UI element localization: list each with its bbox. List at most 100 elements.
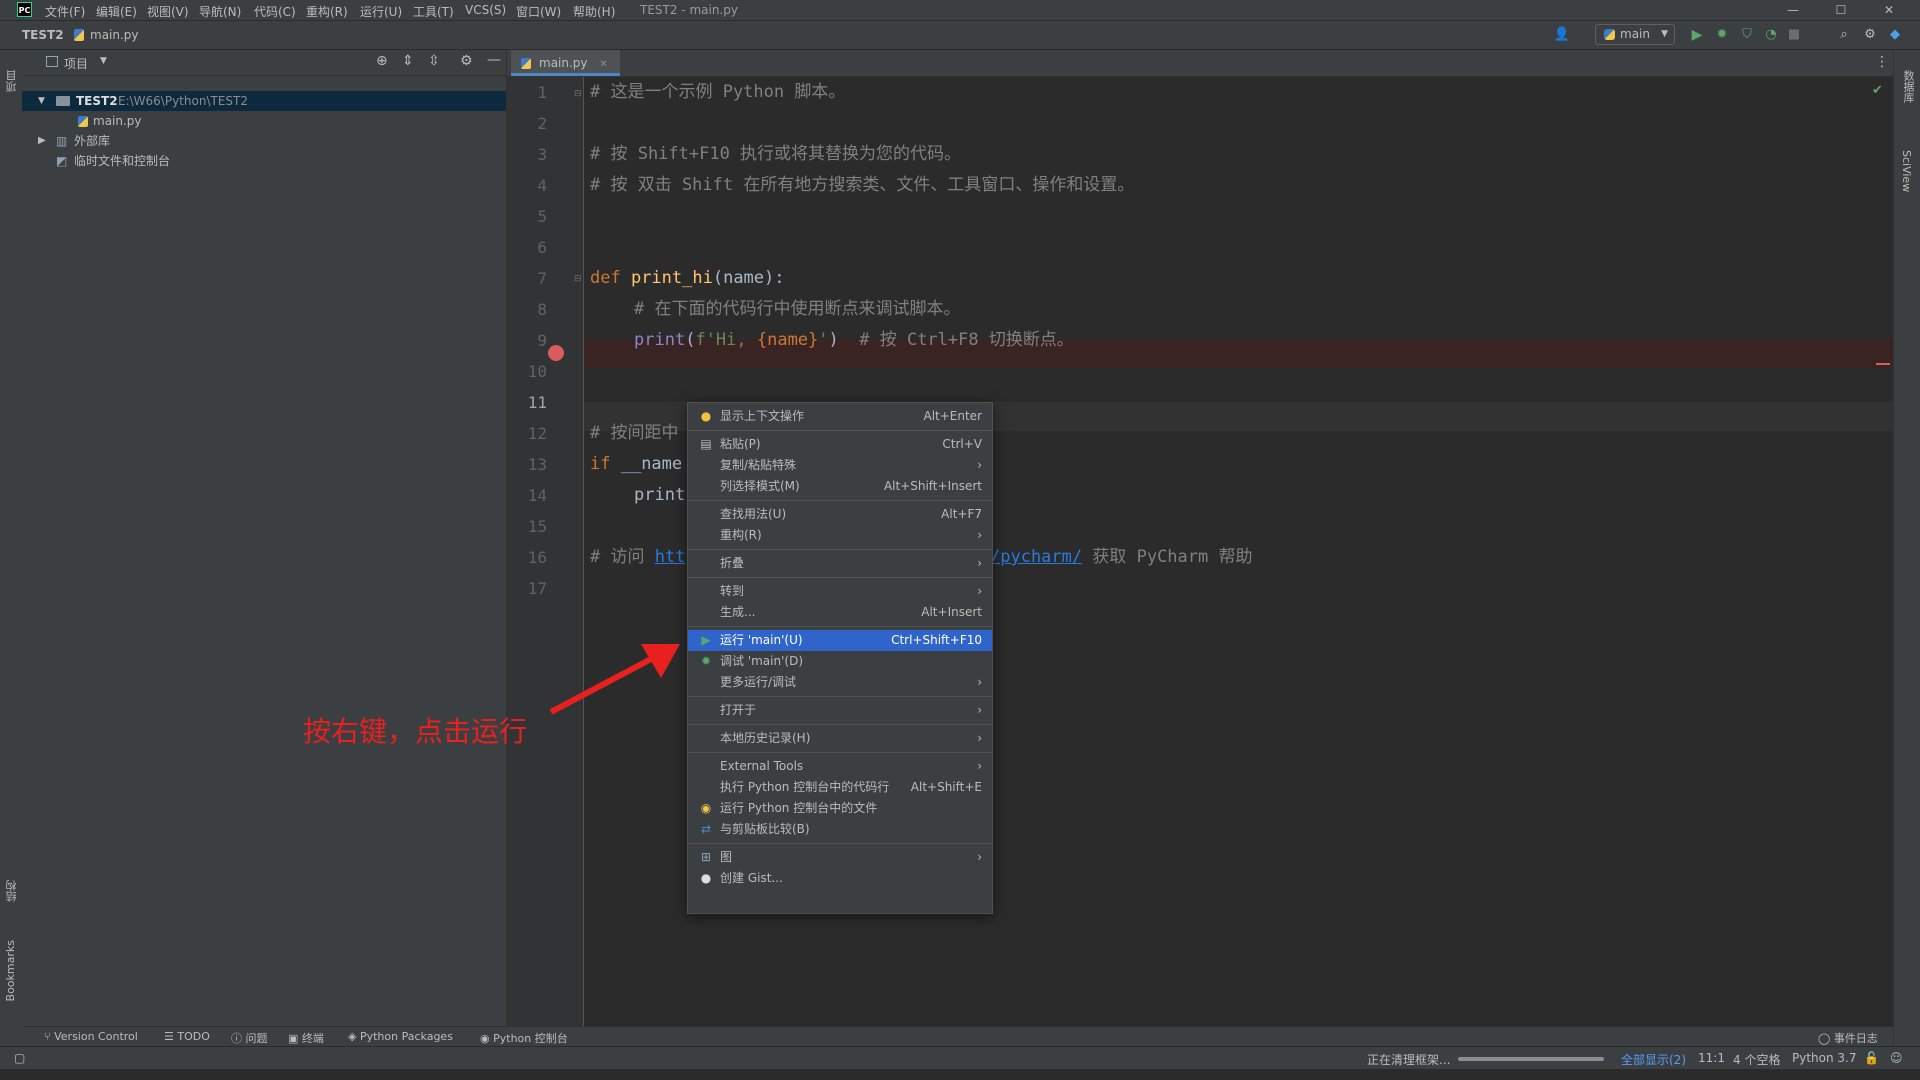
menu-run-main[interactable]: ▶ 运行 'main'(U) Ctrl+Shift+F10: [688, 630, 992, 651]
menu-refactor[interactable]: 重构(R): [306, 3, 348, 20]
line-number: 17: [527, 579, 547, 598]
tab-main-py[interactable]: main.py ✕: [511, 50, 620, 76]
menu-external-tools[interactable]: External Tools ›: [688, 756, 992, 777]
debug-icon[interactable]: ✹: [1713, 26, 1731, 44]
sciview-tool-tab[interactable]: SciView: [1900, 150, 1913, 192]
menu-folding[interactable]: 折叠 ›: [688, 553, 992, 574]
interpreter-setting[interactable]: Python 3.7: [1792, 1051, 1857, 1065]
locate-icon[interactable]: ⊕: [376, 53, 388, 69]
menu-tools[interactable]: 工具(T): [413, 3, 454, 20]
chevron-down-icon[interactable]: ▼: [38, 91, 45, 111]
profile-icon[interactable]: ◔: [1762, 26, 1780, 44]
tree-item-main-py[interactable]: main.py: [22, 111, 506, 131]
expand-all-icon[interactable]: ⇕: [402, 53, 414, 69]
tree-item-external-libs[interactable]: ▶ ▥ 外部库: [22, 131, 506, 151]
terminal-tab[interactable]: ▣ 终端: [288, 1030, 324, 1046]
hide-icon[interactable]: —: [487, 52, 501, 68]
keyword: def: [590, 268, 631, 288]
menu-run[interactable]: 运行(U): [360, 3, 402, 20]
menu-goto[interactable]: 转到 ›: [688, 581, 992, 602]
gear-icon[interactable]: ⚙: [460, 53, 473, 69]
event-log-tab[interactable]: ◯ 事件日志: [1818, 1030, 1878, 1046]
menu-local-history[interactable]: 本地历史记录(H) ›: [688, 728, 992, 749]
menu-navigate[interactable]: 导航(N): [199, 3, 241, 20]
menu-refactor[interactable]: 重构(R) ›: [688, 525, 992, 546]
show-all-tasks-link[interactable]: 全部显示(2): [1621, 1051, 1686, 1068]
todo-tab[interactable]: ☰ TODO: [164, 1030, 210, 1043]
menu-item-label: 复制/粘贴特殊: [720, 458, 797, 472]
menu-find-usages[interactable]: 查找用法(U) Alt+F7: [688, 504, 992, 525]
menu-vcs[interactable]: VCS(S): [465, 3, 506, 17]
menu-create-gist[interactable]: ● 创建 Gist...: [688, 868, 992, 889]
python-console-tab[interactable]: ◉ Python 控制台: [480, 1030, 568, 1046]
minimize-button[interactable]: —: [1770, 0, 1816, 20]
menu-exec-line-in-console[interactable]: 执行 Python 控制台中的代码行 Alt+Shift+E: [688, 777, 992, 798]
menu-paste[interactable]: ▤ 粘贴(P) Ctrl+V: [688, 434, 992, 455]
stop-icon[interactable]: ■: [1785, 26, 1803, 44]
menu-view[interactable]: 视图(V): [147, 3, 189, 20]
code-line-7: def print_hi(name):: [590, 263, 785, 294]
more-options-icon[interactable]: ⋮: [1875, 54, 1889, 70]
menu-debug-main[interactable]: ✹ 调试 'main'(D): [688, 651, 992, 672]
scratches-icon: ◩: [56, 154, 68, 168]
menu-code[interactable]: 代码(C): [254, 3, 296, 20]
maximize-button[interactable]: ☐: [1818, 0, 1864, 20]
menu-open-in[interactable]: 打开于 ›: [688, 700, 992, 721]
problems-tab[interactable]: ⓘ 问题: [231, 1030, 268, 1046]
help-link[interactable]: /pycharm/: [990, 547, 1082, 567]
error-stripe-marker[interactable]: [1876, 363, 1890, 365]
tree-root-name: TEST2: [76, 94, 118, 108]
menu-edit[interactable]: 编辑(E): [96, 3, 137, 20]
database-tool-tab[interactable]: 数据库: [1900, 70, 1916, 103]
close-button[interactable]: ✕: [1866, 0, 1912, 20]
breadcrumb-project[interactable]: TEST2: [22, 28, 64, 42]
run-config-selector[interactable]: main ▼: [1595, 24, 1675, 45]
run-icon[interactable]: ▶: [1688, 26, 1706, 44]
chevron-down-icon[interactable]: ▼: [100, 56, 107, 66]
breadcrumb-file[interactable]: main.py: [90, 28, 139, 42]
chevron-right-icon: ›: [977, 703, 982, 717]
tree-root-test2[interactable]: ▼ TEST2 E:\W66\Python\TEST2: [22, 91, 506, 111]
toggle-tool-windows-icon[interactable]: ▢: [14, 1051, 25, 1065]
breakpoint-icon[interactable]: [548, 345, 564, 361]
bookmarks-tool-tab[interactable]: Bookmarks: [4, 940, 17, 1001]
account-icon[interactable]: 👤: [1553, 26, 1571, 44]
menu-generate[interactable]: 生成... Alt+Insert: [688, 602, 992, 623]
python-packages-tab[interactable]: ◈ Python Packages: [348, 1030, 453, 1043]
chevron-right-icon[interactable]: ▶: [38, 131, 46, 151]
notifications-icon[interactable]: ☺: [1890, 1051, 1903, 1065]
close-tab-icon[interactable]: ✕: [599, 59, 607, 70]
menu-window[interactable]: 窗口(W): [516, 3, 561, 20]
menu-column-selection[interactable]: 列选择模式(M) Alt+Shift+Insert: [688, 476, 992, 497]
indent-setting[interactable]: 4 个空格: [1733, 1051, 1780, 1068]
coverage-icon[interactable]: ⛉: [1738, 26, 1756, 44]
menu-copy-paste-special[interactable]: 复制/粘贴特殊 ›: [688, 455, 992, 476]
menu-run-file-in-console[interactable]: ◉ 运行 Python 控制台中的文件: [688, 798, 992, 819]
project-panel-title[interactable]: 项目: [64, 55, 88, 72]
python-icon: [1604, 29, 1615, 40]
help-link[interactable]: htt: [655, 547, 686, 567]
menu-help[interactable]: 帮助(H): [573, 3, 615, 20]
project-tool-tab[interactable]: 项目: [4, 70, 20, 92]
collapse-all-icon[interactable]: ⇳: [428, 53, 440, 69]
menu-show-context-actions[interactable]: ● 显示上下文操作 Alt+Enter: [688, 406, 992, 427]
fold-icon[interactable]: ⊟: [574, 274, 582, 284]
search-icon[interactable]: ⌕: [1835, 26, 1853, 44]
lock-icon[interactable]: 🔓: [1864, 1051, 1879, 1065]
update-icon[interactable]: ◆: [1886, 26, 1904, 44]
structure-tool-tab[interactable]: 结构: [4, 880, 20, 902]
menu-separator: [688, 724, 992, 725]
caret-position[interactable]: 11:1: [1698, 1051, 1725, 1065]
menu-more-run-debug[interactable]: 更多运行/调试 ›: [688, 672, 992, 693]
python-file-icon: [78, 116, 88, 127]
no-problems-check-icon[interactable]: ✔: [1872, 83, 1883, 98]
gear-icon[interactable]: ⚙: [1861, 26, 1879, 44]
menu-diagrams[interactable]: ⊞ 图 ›: [688, 847, 992, 868]
version-control-tab[interactable]: ⑂ Version Control: [44, 1030, 138, 1043]
menu-compare-clipboard[interactable]: ⇄ 与剪贴板比较(B): [688, 819, 992, 840]
fold-icon[interactable]: ⊟: [574, 89, 582, 99]
background-task-text[interactable]: 正在清理框架...: [1367, 1051, 1450, 1068]
menu-file[interactable]: 文件(F): [45, 3, 85, 20]
function-name: print_hi: [630, 268, 713, 288]
tree-item-scratches[interactable]: ◩ 临时文件和控制台: [22, 151, 506, 171]
